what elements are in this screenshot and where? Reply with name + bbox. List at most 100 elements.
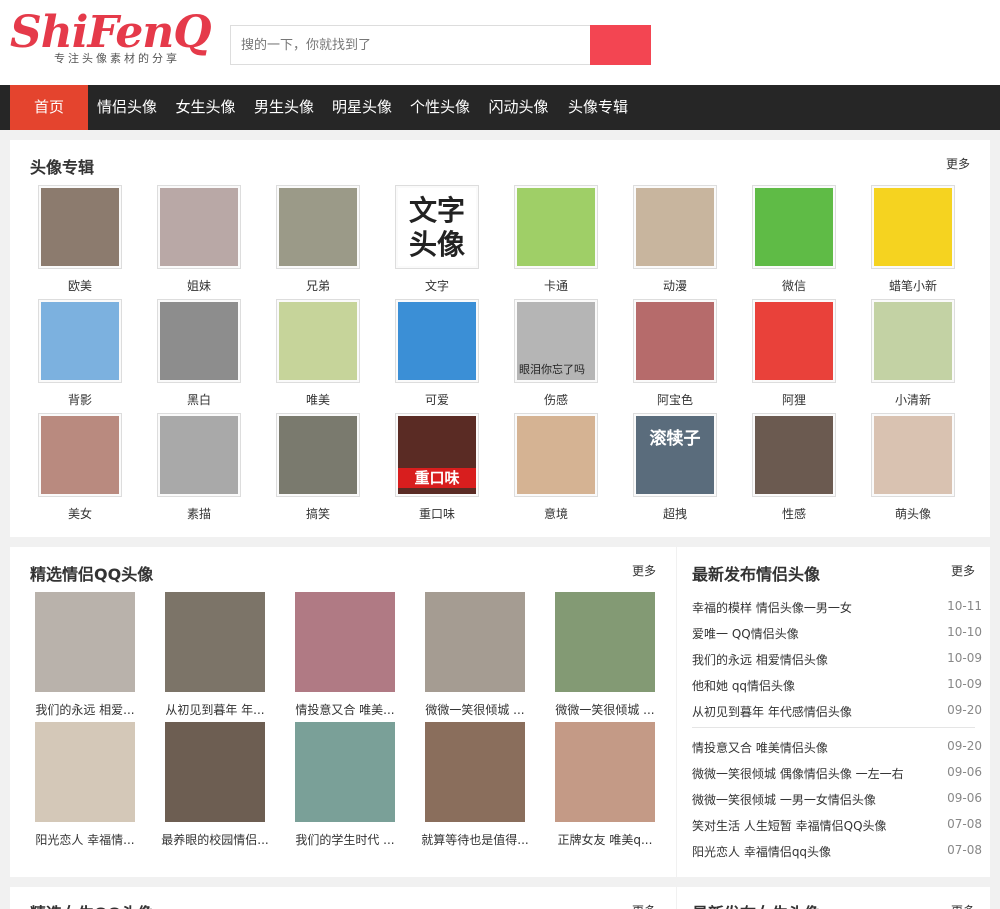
couple-item[interactable]: 就算等待也是值得... — [420, 722, 530, 847]
couples-more-link[interactable]: 更多 — [632, 562, 656, 579]
latest-list-item[interactable]: 幸福的模样 情侣头像一男一女 10-11 — [692, 599, 982, 625]
couple-item[interactable]: 我们的学生时代 ... — [290, 722, 400, 847]
album-more-link[interactable]: 更多 — [946, 155, 970, 172]
couple-item[interactable]: 我们的永远 相爱... — [30, 592, 140, 717]
latest-list-item[interactable]: 爱唯一 QQ情侣头像 10-10 — [692, 625, 982, 651]
album-item-label: 背影 — [67, 393, 92, 407]
latest-list-item[interactable]: 情投意又合 唯美情侣头像 09-20 — [692, 739, 982, 765]
couple-item[interactable]: 正牌女友 唯美q... — [550, 722, 660, 847]
album-item-label: 性感 — [781, 507, 806, 521]
couple-item[interactable]: 微微一笑很倾城 ... — [550, 592, 660, 717]
album-item[interactable]: 欧美 — [38, 185, 122, 295]
nav-item-4[interactable]: 明星头像 — [323, 85, 401, 130]
couple-item-label: 正牌女友 唯美q... — [557, 833, 653, 847]
couple-item-label: 阳光恋人 幸福情... — [35, 833, 135, 847]
album-item[interactable]: 动漫 — [633, 185, 717, 295]
album-thumbnail — [276, 413, 360, 497]
latest-list-item[interactable]: 阳光恋人 幸福情侣qq头像 07-08 — [692, 843, 982, 869]
album-thumbnail — [752, 299, 836, 383]
nav-item-7[interactable]: 头像专辑 — [558, 85, 638, 130]
search-input[interactable] — [231, 26, 591, 64]
album-item[interactable]: 滚犊子 超拽 — [633, 413, 717, 523]
couple-thumbnail — [165, 592, 265, 692]
couple-item-label: 情投意又合 唯美... — [295, 703, 395, 717]
latest-list-item[interactable]: 我们的永远 相爱情侣头像 10-09 — [692, 651, 982, 677]
album-item-label: 美女 — [67, 507, 92, 521]
latest-list-item[interactable]: 微微一笑很倾城 偶像情侣头像 一左一右 09-06 — [692, 765, 982, 791]
latest-list-item[interactable]: 从初见到暮年 年代感情侣头像 09-20 — [692, 703, 982, 729]
couple-item[interactable]: 从初见到暮年 年... — [160, 592, 270, 717]
album-thumbnail — [633, 299, 717, 383]
album-item[interactable]: 搞笑 — [276, 413, 360, 523]
album-item[interactable]: 姐妹 — [157, 185, 241, 295]
album-item-label: 小清新 — [894, 393, 931, 407]
couple-item[interactable]: 情投意又合 唯美... — [290, 592, 400, 717]
album-item[interactable]: 微信 — [752, 185, 836, 295]
nav-item-5[interactable]: 个性头像 — [401, 85, 479, 130]
album-thumbnail — [395, 299, 479, 383]
latest-item-date: 09-20 — [947, 739, 982, 753]
latest-girls-panel: 最新发布女生头像 更多 — [677, 887, 990, 909]
album-item[interactable]: 阿宝色 — [633, 299, 717, 409]
album-item-label: 兄弟 — [305, 279, 330, 293]
album-item[interactable]: 兄弟 — [276, 185, 360, 295]
latest-list-item[interactable]: 微微一笑很倾城 一男一女情侣头像 09-06 — [692, 791, 982, 817]
couples-panel: 精选情侣QQ头像 更多 我们的永远 相爱... 从初见到暮年 年... 情投意又合 … — [10, 547, 676, 877]
couple-item-label: 我们的永远 相爱... — [35, 703, 135, 717]
couple-item[interactable]: 最养眼的校园情侣... — [160, 722, 270, 847]
latest-item-date: 09-20 — [947, 703, 982, 717]
album-thumbnail — [38, 413, 122, 497]
latest-item-title: 爱唯一 QQ情侣头像 — [692, 627, 799, 641]
album-item-label: 阿狸 — [781, 393, 806, 407]
latest-item-date: 10-09 — [947, 677, 982, 691]
latest-girls-more-link[interactable]: 更多 — [951, 902, 975, 909]
album-item[interactable]: 可爱 — [395, 299, 479, 409]
album-item[interactable]: 卡通 — [514, 185, 598, 295]
latest-item-date: 07-08 — [947, 817, 982, 831]
album-item[interactable]: 美女 — [38, 413, 122, 523]
girls-more-link[interactable]: 更多 — [632, 902, 656, 909]
album-item[interactable]: 眼泪你忘了吗 伤感 — [514, 299, 598, 409]
album-thumbnail: 眼泪你忘了吗 — [514, 299, 598, 383]
latest-item-title: 他和她 qq情侣头像 — [692, 679, 796, 693]
album-item[interactable]: 蜡笔小新 — [871, 185, 955, 295]
album-item-label: 搞笑 — [305, 507, 330, 521]
album-item[interactable]: 性感 — [752, 413, 836, 523]
nav-item-0[interactable]: 首页 — [10, 85, 88, 130]
couple-thumbnail — [165, 722, 265, 822]
album-item[interactable]: 意境 — [514, 413, 598, 523]
album-item[interactable]: 重口味 重口味 — [395, 413, 479, 523]
album-item-label: 超拽 — [662, 507, 687, 521]
thumbnail-caption: 滚犊子 — [649, 429, 701, 449]
nav-item-3[interactable]: 男生头像 — [245, 85, 323, 130]
album-item[interactable]: 文字头像 文字 — [395, 185, 479, 295]
couple-item-label: 最养眼的校园情侣... — [161, 833, 269, 847]
album-item[interactable]: 黑白 — [157, 299, 241, 409]
nav-item-1[interactable]: 情侣头像 — [88, 85, 166, 130]
album-item[interactable]: 素描 — [157, 413, 241, 523]
latest-title: 最新发布情侣头像 — [692, 565, 821, 584]
latest-list-item[interactable]: 他和她 qq情侣头像 10-09 — [692, 677, 982, 703]
latest-item-title: 从初见到暮年 年代感情侣头像 — [692, 705, 852, 719]
nav-item-6[interactable]: 闪动头像 — [479, 85, 558, 130]
album-item[interactable]: 萌头像 — [871, 413, 955, 523]
album-item[interactable]: 唯美 — [276, 299, 360, 409]
latest-panel: 最新发布情侣头像 更多 幸福的模样 情侣头像一男一女 10-11 爱唯一 QQ情侣头… — [677, 547, 990, 877]
album-thumbnail — [752, 413, 836, 497]
couple-item[interactable]: 微微一笑很倾城 ... — [420, 592, 530, 717]
album-item[interactable]: 阿狸 — [752, 299, 836, 409]
latest-more-link[interactable]: 更多 — [951, 562, 975, 579]
album-item[interactable]: 小清新 — [871, 299, 955, 409]
album-item[interactable]: 背影 — [38, 299, 122, 409]
latest-list-item[interactable]: 笑对生活 人生短暂 幸福情侣QQ头像 07-08 — [692, 817, 982, 843]
list-divider — [692, 727, 975, 728]
girls-title: 精选女生QQ头像 — [30, 900, 153, 909]
site-logo[interactable]: ShiFenQ 专注头像素材的分享 — [10, 8, 212, 68]
couple-item[interactable]: 阳光恋人 幸福情... — [30, 722, 140, 847]
album-item-label: 素描 — [186, 507, 211, 521]
latest-item-date: 10-11 — [947, 599, 982, 613]
thumbnail-caption: 眼泪你忘了吗 — [519, 363, 585, 376]
search-button[interactable] — [590, 25, 651, 65]
couple-item-label: 从初见到暮年 年... — [165, 703, 265, 717]
nav-item-2[interactable]: 女生头像 — [166, 85, 245, 130]
